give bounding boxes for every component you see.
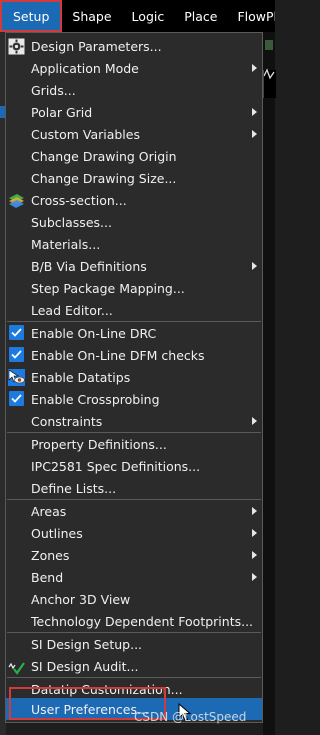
menu-item-custom-variables[interactable]: Custom Variables (6, 123, 262, 145)
menu-item-ipc2581-spec-definitions[interactable]: IPC2581 Spec Definitions... (6, 455, 262, 477)
menu-item-label: Datatip Customization... (31, 681, 183, 697)
datatip-eye-icon (8, 369, 25, 386)
menu-item-label: Technology Dependent Footprints... (31, 613, 254, 629)
menu-item-label: SI Design Audit... (31, 658, 139, 674)
waveform-icon (264, 68, 275, 80)
menu-item-label: User Preferences... (31, 701, 149, 717)
menu-item-grids[interactable]: Grids... (6, 79, 262, 101)
menu-item-label: Application Mode (31, 60, 139, 76)
menu-item-label: B/B Via Definitions (31, 258, 147, 274)
menu-item-label: Constraints (31, 413, 103, 429)
menu-item-step-package-mapping[interactable]: Step Package Mapping... (6, 277, 262, 299)
submenu-arrow-icon (252, 108, 257, 116)
menu-item-label: Cross-section... (31, 192, 127, 208)
underlying-window-right (263, 32, 276, 735)
menu-item-label: Anchor 3D View (31, 591, 131, 607)
menu-item-label: Enable On-Line DRC (31, 325, 157, 341)
menu-item-label: Bend (31, 569, 64, 585)
checkmark-icon (9, 391, 24, 406)
menu-item-lead-editor[interactable]: Lead Editor... (6, 299, 262, 321)
menu-item-property-definitions[interactable]: Property Definitions... (6, 433, 262, 455)
menu-item-change-drawing-origin[interactable]: Change Drawing Origin (6, 145, 262, 167)
menu-item-change-drawing-size[interactable]: Change Drawing Size... (6, 167, 262, 189)
menu-item-label: Design Parameters... (31, 38, 162, 54)
menu-item-label: Define Lists... (31, 480, 117, 496)
menu-setup[interactable]: Setup (0, 0, 63, 32)
design-parameters-gear-icon (8, 38, 25, 55)
submenu-arrow-icon (252, 507, 257, 515)
menu-item-label: Change Drawing Size... (31, 170, 177, 186)
menu-item-si-design-setup[interactable]: SI Design Setup... (6, 633, 262, 655)
checkmark-icon (9, 347, 24, 362)
menu-flowplan[interactable]: FlowPlan (227, 0, 275, 32)
menu-item-bb-via-definitions[interactable]: B/B Via Definitions (6, 255, 262, 277)
menu-place[interactable]: Place (174, 0, 227, 32)
menu-item-label: Custom Variables (31, 126, 140, 142)
menu-item-label: Step Package Mapping... (31, 280, 185, 296)
submenu-arrow-icon (252, 130, 257, 138)
menu-item-label: Enable Datatips (31, 369, 131, 385)
menu-item-label: Grids... (31, 82, 76, 98)
submenu-arrow-icon (252, 64, 257, 72)
menu-item-label: Property Definitions... (31, 436, 167, 452)
menu-item-enable-datatips[interactable]: Enable Datatips (6, 366, 262, 388)
menu-item-polar-grid[interactable]: Polar Grid (6, 101, 262, 123)
submenu-arrow-icon (252, 529, 257, 537)
menu-item-cross-section[interactable]: Cross-section... (6, 189, 262, 211)
submenu-arrow-icon (252, 262, 257, 270)
menu-item-outlines[interactable]: Outlines (6, 522, 262, 544)
menu-item-anchor-3d-view[interactable]: Anchor 3D View (6, 588, 262, 610)
menu-item-label: IPC2581 Spec Definitions... (31, 458, 201, 474)
submenu-arrow-icon (252, 551, 257, 559)
menu-item-label: Outlines (31, 525, 83, 541)
menu-item-datatip-customization[interactable]: Datatip Customization... (6, 678, 262, 700)
submenu-arrow-icon (252, 417, 257, 425)
menu-item-enable-crossprobing[interactable]: Enable Crossprobing (6, 388, 262, 410)
menu-item-areas[interactable]: Areas (6, 500, 262, 522)
menu-shape[interactable]: Shape (62, 0, 121, 32)
setup-dropdown-menu: Design Parameters... Application Mode Gr… (5, 32, 263, 723)
menu-item-technology-dependent-footprints[interactable]: Technology Dependent Footprints... (6, 610, 262, 632)
menu-item-si-design-audit[interactable]: SI Design Audit... (6, 655, 262, 677)
menu-item-enable-online-drc[interactable]: Enable On-Line DRC (6, 322, 262, 344)
menu-item-constraints[interactable]: Constraints (6, 410, 262, 432)
menu-item-design-parameters[interactable]: Design Parameters... (6, 35, 262, 57)
menu-bar: Setup Shape Logic Place FlowPlan (0, 0, 275, 32)
menu-item-bend[interactable]: Bend (6, 566, 262, 588)
menu-item-label: Enable Crossprobing (31, 391, 160, 407)
menu-item-label: Polar Grid (31, 104, 93, 120)
watermark-text: CSDN @LostSpeed (134, 710, 247, 724)
menu-item-materials[interactable]: Materials... (6, 233, 262, 255)
submenu-arrow-icon (252, 573, 257, 581)
menu-item-label: SI Design Setup... (31, 636, 143, 652)
menu-item-label: Change Drawing Origin (31, 148, 177, 164)
menu-item-define-lists[interactable]: Define Lists... (6, 477, 262, 499)
menu-item-label: Enable On-Line DFM checks (31, 347, 205, 363)
menu-item-label: Zones (31, 547, 70, 563)
menu-item-zones[interactable]: Zones (6, 544, 262, 566)
menu-item-subclasses[interactable]: Subclasses... (6, 211, 262, 233)
menu-item-application-mode[interactable]: Application Mode (6, 57, 262, 79)
si-audit-check-icon (8, 662, 25, 675)
menu-item-enable-online-dfm[interactable]: Enable On-Line DFM checks (6, 344, 262, 366)
menu-item-label: Lead Editor... (31, 302, 113, 318)
checkmark-icon (9, 325, 24, 340)
cross-section-layers-icon (9, 194, 24, 208)
menu-item-label: Areas (31, 503, 67, 519)
menu-item-label: Materials... (31, 236, 101, 252)
menu-item-label: Subclasses... (31, 214, 112, 230)
menu-logic[interactable]: Logic (122, 0, 175, 32)
